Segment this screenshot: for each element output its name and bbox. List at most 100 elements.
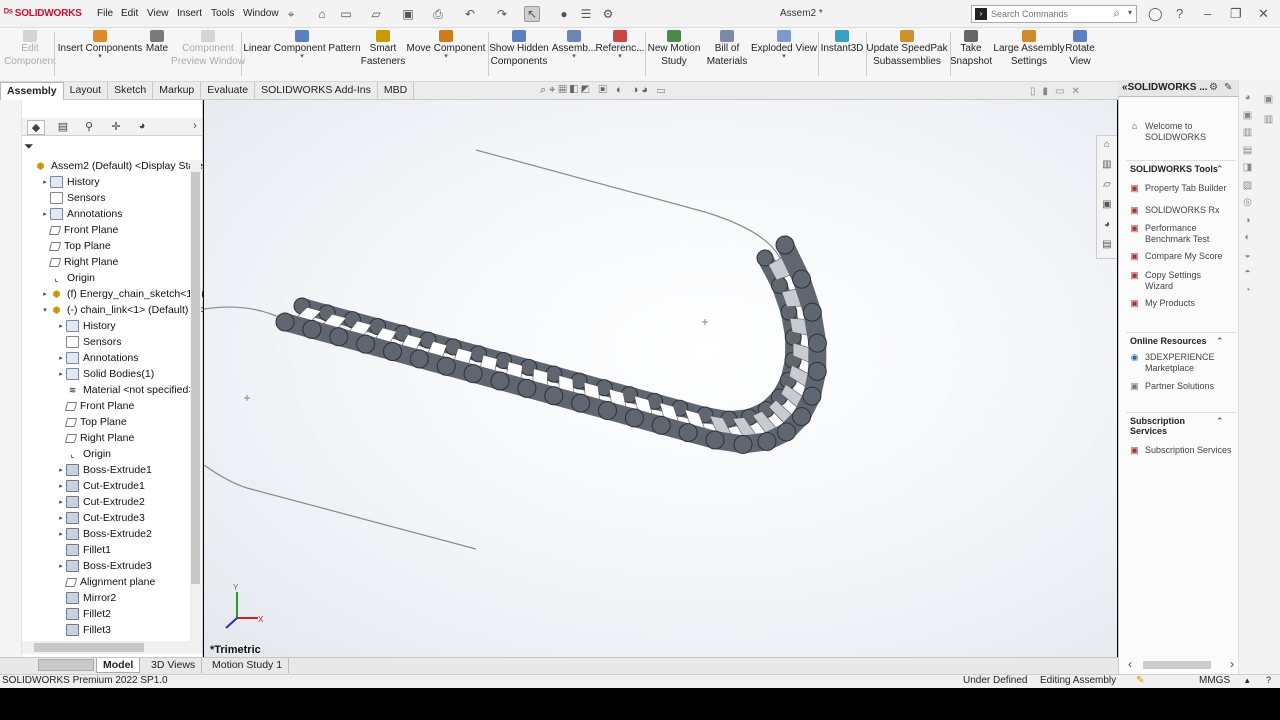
tree-item[interactable]: ⌞ Origin: [22, 446, 111, 462]
undo-icon[interactable]: ↶: [462, 6, 478, 22]
toolbar-tool-icon[interactable]: ◓: [1241, 267, 1254, 279]
chevron-right-icon[interactable]: ›: [1230, 657, 1234, 671]
expand-arrow-icon[interactable]: ▸: [56, 482, 66, 490]
chevron-down-icon[interactable]: ▾: [572, 51, 576, 64]
options-gear-icon[interactable]: ⚙: [1209, 82, 1218, 93]
menu-insert[interactable]: Insert: [177, 8, 202, 19]
expand-arrow-icon[interactable]: ▸: [56, 322, 66, 330]
tree-item[interactable]: Front Plane: [22, 398, 134, 414]
toolbar-tool-icon[interactable]: ◐: [1241, 232, 1254, 244]
task-pane-link[interactable]: ▣ Performance Benchmark Test: [1128, 223, 1209, 245]
command-mate-button[interactable]: Mate: [146, 30, 168, 56]
help-icon[interactable]: ?: [1176, 6, 1183, 21]
command-component-preview-window-button[interactable]: Component Preview Window: [171, 30, 245, 68]
chevron-down-icon[interactable]: ▾: [782, 51, 786, 64]
tab-scroll-arrows[interactable]: [38, 659, 94, 671]
solidworks-logo[interactable]: ᴰˢ SOLIDWORKS: [4, 7, 82, 19]
tree-item[interactable]: Fillet1: [22, 542, 111, 558]
expand-arrow-icon[interactable]: ▸: [56, 514, 66, 522]
viewport-window-controls[interactable]: ▯▮▭✕: [1030, 86, 1087, 97]
search-commands[interactable]: › ⌕ ▾: [971, 5, 1137, 23]
appearances-icon[interactable]: ◕: [1100, 219, 1114, 233]
toolbar-tool-icon[interactable]: ▥: [1241, 127, 1254, 139]
command-exploded-view-button[interactable]: Exploded View ▾: [751, 30, 817, 60]
expand-arrow-icon[interactable]: ▸: [56, 466, 66, 474]
command-referenc-button[interactable]: Referenc... ▾: [596, 30, 644, 60]
tab-solidworks-add-ins[interactable]: SOLIDWORKS Add-Ins: [255, 82, 378, 100]
toolbar-tool-icon[interactable]: ◑: [1241, 215, 1254, 227]
command-rotate-view-button[interactable]: Rotate View: [1065, 30, 1095, 68]
command-new-motion-study-button[interactable]: New Motion Study: [648, 30, 700, 68]
command-show-hidden-components-button[interactable]: Show Hidden Components: [489, 30, 549, 68]
dimxpert-tab-icon[interactable]: ✛: [107, 120, 125, 135]
tree-item[interactable]: ▸ History: [22, 174, 100, 190]
chevron-down-icon[interactable]: ▾: [444, 51, 448, 64]
command-smart-fasteners-button[interactable]: Smart Fasteners: [361, 30, 405, 68]
menu-tools[interactable]: Tools: [211, 8, 234, 19]
tree-item[interactable]: Alignment plane: [22, 574, 155, 590]
toolbar-tool-icon[interactable]: ◎: [1241, 197, 1254, 209]
chevron-down-icon[interactable]: ▾: [618, 51, 622, 64]
tab-evaluate[interactable]: Evaluate: [201, 82, 256, 100]
command-linear-component-pattern-button[interactable]: Linear Component Pattern ▾: [243, 30, 361, 60]
command-assemb-button[interactable]: Assemb... ▾: [552, 30, 596, 60]
help-icon[interactable]: ?: [1266, 675, 1271, 685]
toolbar-tool-icon[interactable]: ▥: [1262, 114, 1275, 126]
tab-mbd[interactable]: MBD: [378, 82, 415, 100]
user-icon[interactable]: ◯: [1148, 6, 1163, 22]
graphics-area[interactable]: Y X: [204, 100, 1117, 657]
task-pane-link[interactable]: ▣ SOLIDWORKS Rx: [1128, 205, 1219, 217]
tree-item[interactable]: Sensors: [22, 334, 122, 350]
command-instant3d-button[interactable]: Instant3D: [821, 30, 863, 56]
home-icon[interactable]: ⌂: [314, 6, 330, 22]
chevron-up-icon[interactable]: ⌃: [1216, 416, 1224, 427]
toolbar-tool-icon[interactable]: ◒: [1241, 250, 1254, 262]
design-library-icon[interactable]: ▥: [1100, 159, 1114, 173]
select-pointer-icon[interactable]: ↖: [524, 6, 540, 22]
command-insert-components-button[interactable]: Insert Components ▾: [58, 30, 142, 60]
toolbar-tool-icon[interactable]: ▣: [1262, 94, 1275, 106]
save-icon[interactable]: ▣: [400, 6, 416, 22]
chevron-up-icon[interactable]: ⌃: [1216, 164, 1224, 175]
options-gear-icon[interactable]: ⚙: [600, 6, 616, 22]
tree-item[interactable]: Front Plane: [22, 222, 118, 238]
tree-item[interactable]: ▸ Cut-Extrude2: [22, 494, 145, 510]
chevron-down-icon[interactable]: ▾: [300, 51, 304, 64]
tab-sketch[interactable]: Sketch: [108, 82, 154, 100]
chevron-down-icon[interactable]: ▾: [98, 51, 102, 64]
tree-horizontal-scrollbar[interactable]: [22, 641, 202, 654]
tree-vertical-scrollbar[interactable]: [190, 160, 201, 642]
tab-markup[interactable]: Markup: [153, 82, 202, 100]
menu-window[interactable]: Window: [243, 8, 279, 19]
tree-item[interactable]: Top Plane: [22, 414, 127, 430]
rebuild-icon[interactable]: ●: [556, 6, 572, 22]
tree-item[interactable]: Mirror2: [22, 590, 116, 606]
filter-icon[interactable]: ⏷: [24, 139, 34, 154]
command-bill-of-materials-button[interactable]: Bill of Materials: [707, 30, 747, 68]
home-icon[interactable]: ⌂: [1100, 139, 1114, 153]
tree-item[interactable]: ▸ Annotations: [22, 350, 138, 366]
tree-item[interactable]: ⌞ Origin: [22, 270, 95, 286]
command-update-speedpak-subassemblies-button[interactable]: Update SpeedPak Subassemblies: [866, 30, 948, 68]
file-explorer-icon[interactable]: ▱: [1100, 179, 1114, 193]
tree-item[interactable]: Fillet3: [22, 622, 111, 638]
toolbar-tool-icon[interactable]: ▤: [1241, 145, 1254, 157]
tab-layout[interactable]: Layout: [64, 82, 109, 100]
toolbar-tool-icon[interactable]: ◔: [1241, 285, 1254, 297]
command-edit-component-button[interactable]: Edit Component: [4, 30, 56, 68]
tree-item[interactable]: Sensors: [22, 190, 106, 206]
heads-up-view-toolbar[interactable]: ⌕⌖▦◧◩ ▣ ◐ ◑◕ ▭: [540, 84, 668, 97]
tree-item[interactable]: Right Plane: [22, 430, 134, 446]
task-pane-link[interactable]: ▣ Subscription Services: [1128, 445, 1231, 457]
expand-arrow-icon[interactable]: ▸: [40, 178, 50, 186]
custom-properties-icon[interactable]: ▤: [1100, 239, 1114, 253]
toolbar-tool-icon[interactable]: ◨: [1241, 162, 1254, 174]
task-pane-link[interactable]: ◉ 3DEXPERIENCE Marketplace: [1128, 352, 1215, 374]
collapse-chevron-icon[interactable]: «: [1122, 82, 1128, 93]
tree-item[interactable]: ▾ ⬢ (-) chain_link<1> (Default) <<: [22, 302, 203, 318]
view-palette-icon[interactable]: ▣: [1100, 199, 1114, 213]
restore-icon[interactable]: ❐: [1230, 6, 1242, 22]
tab-3d-views[interactable]: 3D Views: [145, 658, 203, 673]
expand-arrow-icon[interactable]: ▸: [56, 530, 66, 538]
chevron-down-icon[interactable]: ▾: [1128, 8, 1132, 17]
